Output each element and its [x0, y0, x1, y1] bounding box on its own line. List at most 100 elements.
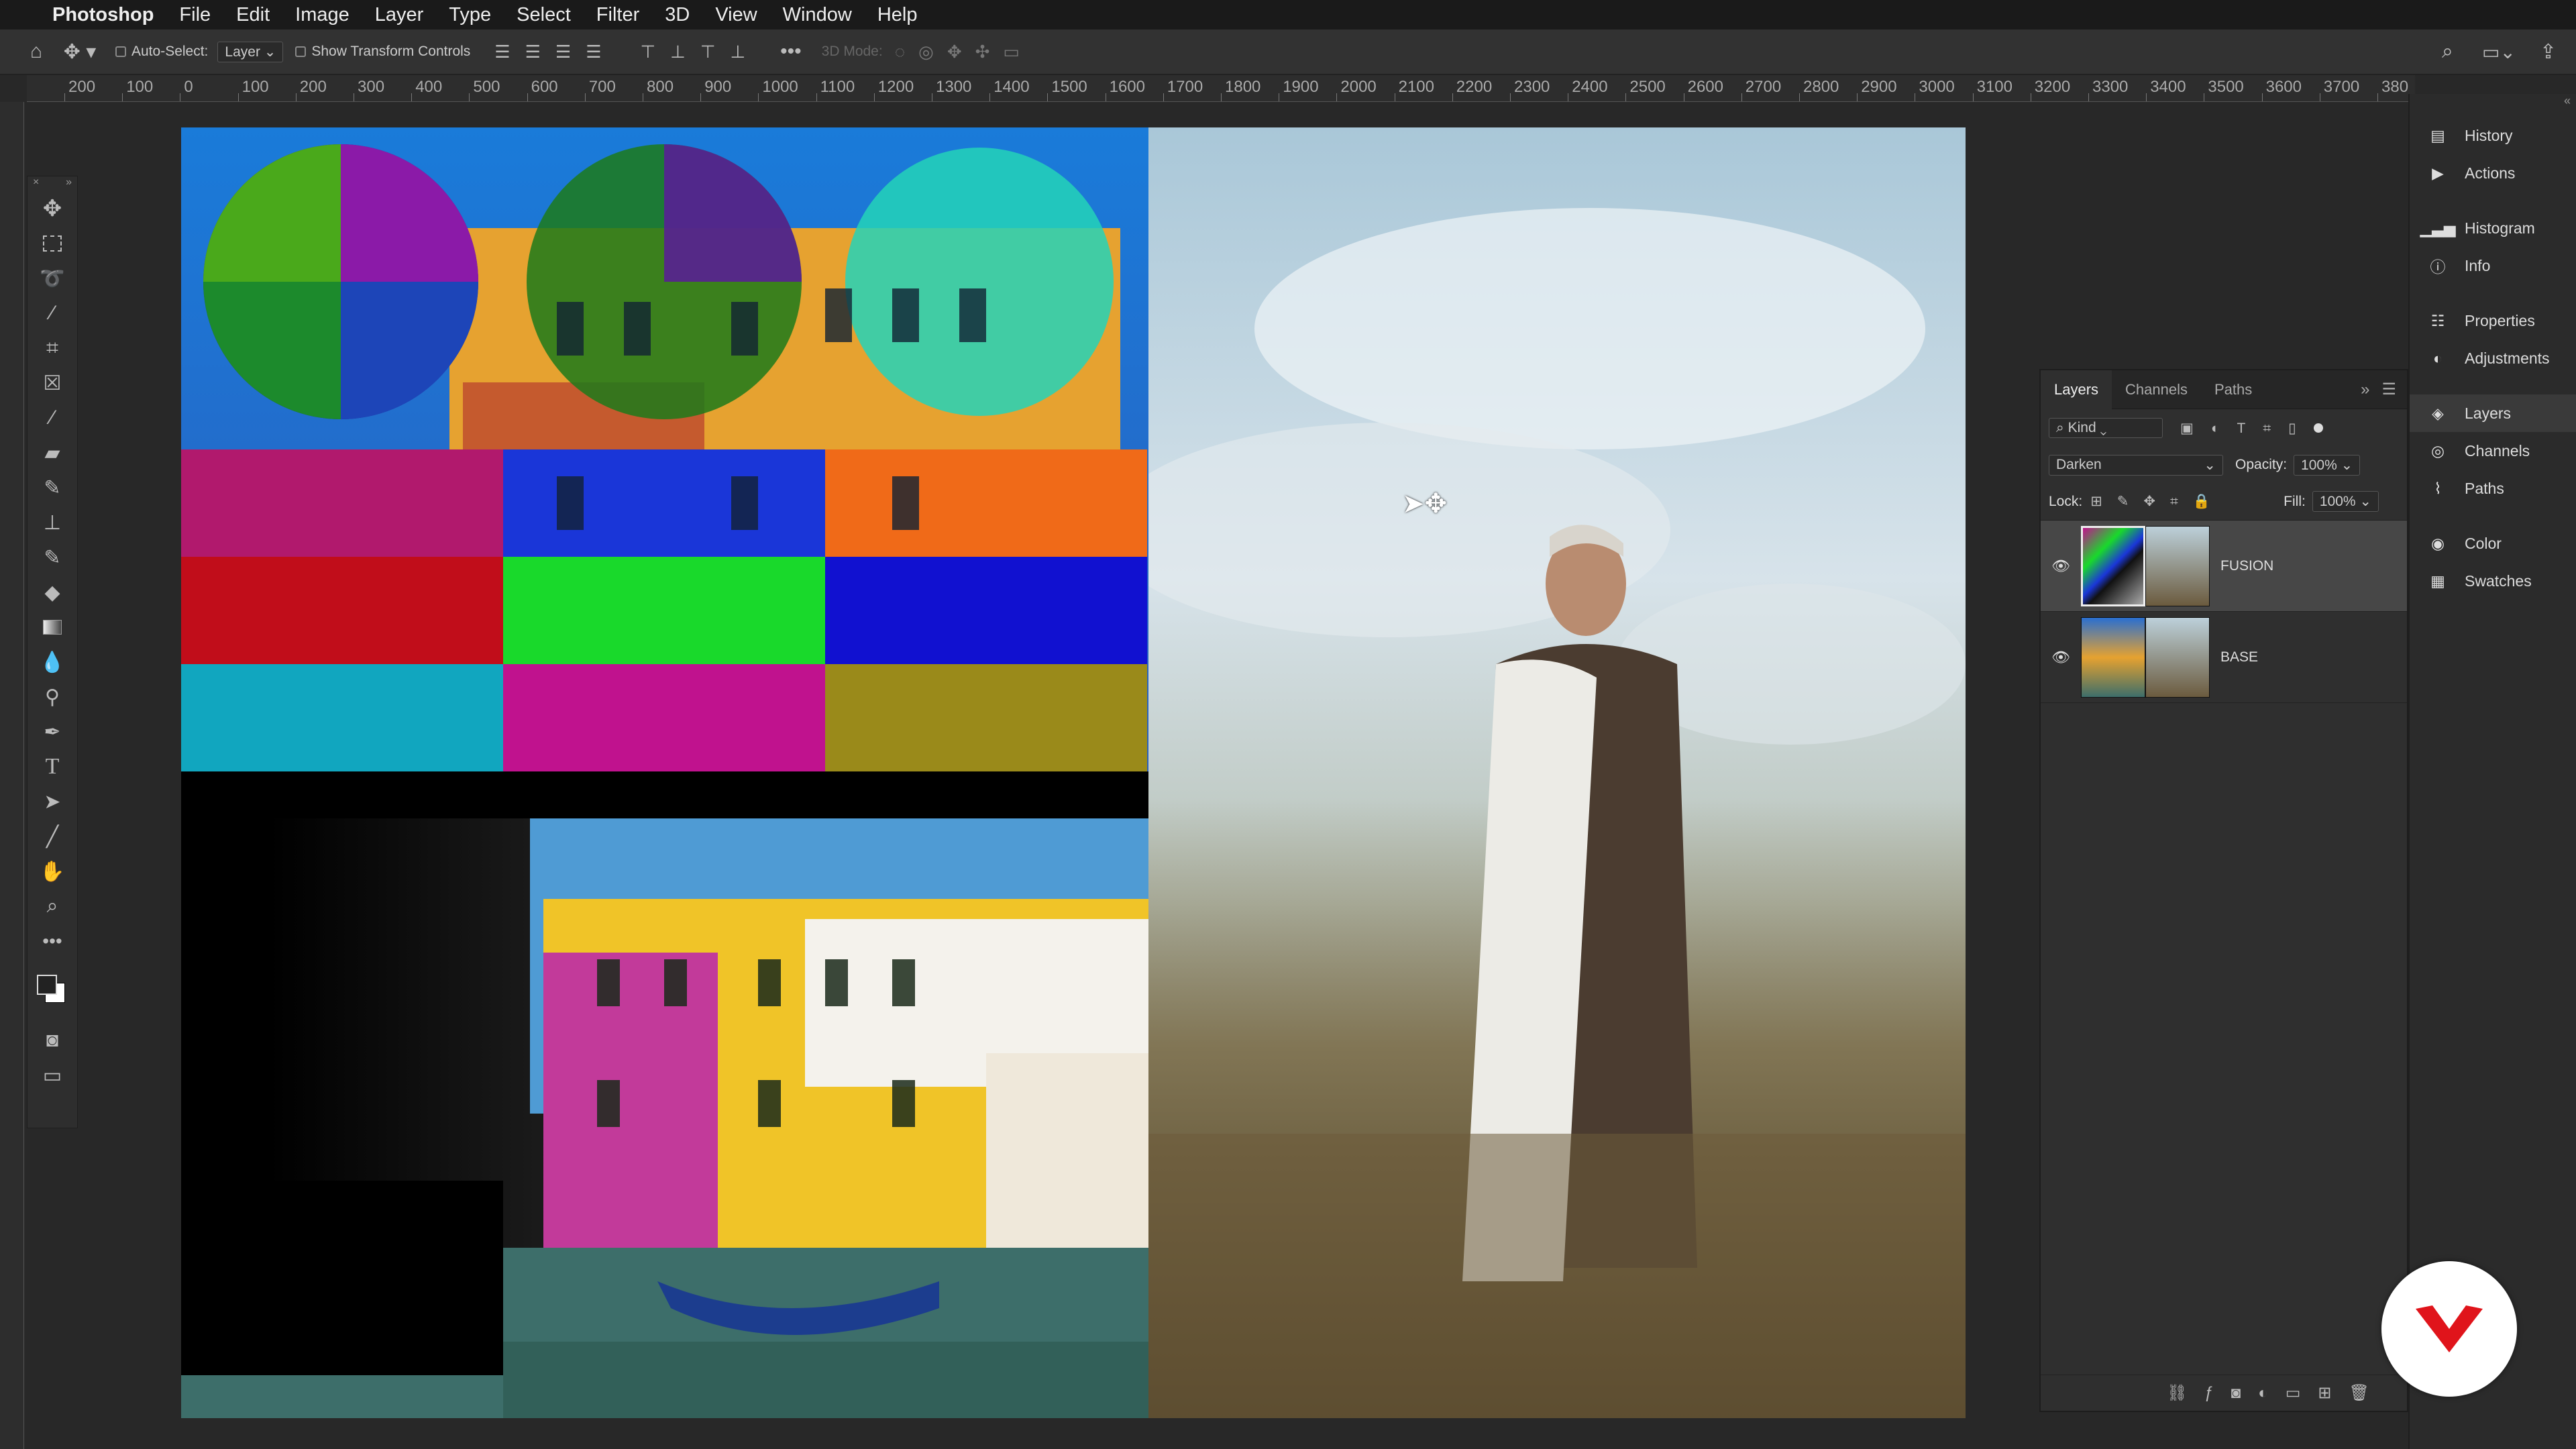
dock-item-info[interactable]: ⓘ Info [2410, 247, 2576, 284]
menu-edit[interactable]: Edit [236, 4, 270, 26]
dock-item-channels[interactable]: ◎ Channels [2410, 432, 2576, 470]
blur-tool[interactable]: 💧 [28, 645, 77, 680]
ruler-label: 2200 [1456, 78, 1493, 96]
marquee-tool[interactable] [28, 226, 77, 261]
menu-3d[interactable]: 3D [665, 4, 690, 26]
zoom-icon: ⌕ [46, 895, 58, 917]
gradient-tool[interactable] [28, 610, 77, 645]
dock-item-properties[interactable]: ☷ Properties [2410, 302, 2576, 339]
move-tool[interactable]: ✥ [28, 191, 77, 226]
path-selection-tool[interactable]: ➤ [28, 784, 77, 819]
move-icon: ✥ [42, 196, 62, 221]
visibility-eye-icon[interactable]: 👁 [2041, 649, 2081, 666]
menu-app-name[interactable]: Photoshop [52, 4, 154, 26]
auto-select-checkbox[interactable]: Auto-Select: [115, 44, 208, 60]
layer-row-base[interactable]: 👁 BASE [2041, 612, 2407, 703]
transform-controls-checkbox[interactable]: Show Transform Controls [295, 44, 470, 60]
dock-label: Adjustments [2465, 349, 2550, 367]
menu-image[interactable]: Image [295, 4, 350, 26]
frame-tool[interactable]: ☒ [28, 366, 77, 400]
checkbox-icon [115, 46, 126, 57]
dock-item-history[interactable]: ▤ History [2410, 117, 2576, 154]
blend-mode-dropdown[interactable]: Darken ⌄ [2049, 454, 2223, 476]
eyedropper-tool[interactable]: ⁄ [28, 400, 77, 435]
brand-logo [2381, 1261, 2517, 1397]
menu-view[interactable]: View [715, 4, 757, 26]
more-tools[interactable]: ••• [28, 924, 77, 959]
align-icons[interactable]: ☰☰☰☰ [494, 42, 616, 62]
dock-item-swatches[interactable]: ▦ Swatches [2410, 562, 2576, 600]
ruler-label: 3100 [1976, 78, 2012, 96]
close-icon[interactable]: × [33, 176, 39, 191]
pen-tool[interactable]: ✒ [28, 714, 77, 749]
home-icon[interactable]: ⌂ [16, 40, 56, 63]
bandage-icon: ▰ [44, 441, 60, 464]
menu-window[interactable]: Window [783, 4, 852, 26]
dodge-tool[interactable]: ⚲ [28, 680, 77, 714]
workspace-icon[interactable]: ▭⌄ [2482, 41, 2516, 63]
color-swatches[interactable] [28, 959, 77, 1023]
menu-type[interactable]: Type [449, 4, 491, 26]
fill-field[interactable]: 100% ⌄ [2312, 491, 2379, 512]
filter-kind-dropdown[interactable]: ⌕ Kind ⌄ [2049, 418, 2163, 438]
magic-wand-tool[interactable]: ⁄ [28, 296, 77, 331]
auto-select-dropdown[interactable]: Layer ⌄ [217, 41, 284, 62]
ruler-label: 1900 [1283, 78, 1319, 96]
ruler-label: 200 [299, 78, 327, 96]
menu-file[interactable]: File [179, 4, 211, 26]
history-brush-tool[interactable]: ✎ [28, 540, 77, 575]
opacity-field[interactable]: 100% ⌄ [2294, 454, 2361, 476]
dock-item-actions[interactable]: ▶ Actions [2410, 154, 2576, 192]
distribute-icons[interactable]: ⊤⊥⊤⊥ [641, 42, 761, 62]
dock-item-layers[interactable]: ◈ Layers [2410, 394, 2576, 432]
zoom-tool[interactable]: ⌕ [28, 889, 77, 924]
type-tool[interactable]: T [28, 749, 77, 784]
healing-tool[interactable]: ▰ [28, 435, 77, 470]
dock-item-histogram[interactable]: ▁▃▅ Histogram [2410, 209, 2576, 247]
screen-mode-icon: ▭ [42, 1064, 62, 1087]
document-canvas[interactable]: ➤✥ [181, 127, 1966, 1418]
lock-icons[interactable]: ⊞✎✥⌗🔒 [2090, 493, 2225, 510]
layer-row-fusion[interactable]: 👁 FUSION [2041, 521, 2407, 612]
ruler-label: 2400 [1572, 78, 1608, 96]
filter-icons[interactable]: ▣◐T⌗▯ [2180, 420, 2314, 437]
ruler-tick [2088, 93, 2089, 101]
tab-paths[interactable]: Paths [2201, 370, 2265, 409]
transform-controls-label: Show Transform Controls [311, 44, 471, 59]
expand-icon[interactable]: » [66, 176, 72, 191]
dock-item-color[interactable]: ◉ Color [2410, 525, 2576, 562]
share-icon[interactable]: ⇪ [2540, 40, 2557, 64]
layers-footer-icons[interactable]: ⛓ƒ◙◐▭⊞🗑 [2041, 1375, 2407, 1411]
menu-filter[interactable]: Filter [596, 4, 639, 26]
brush-tool[interactable]: ✎ [28, 470, 77, 505]
menu-select[interactable]: Select [517, 4, 571, 26]
ruler-label: 3700 [2323, 78, 2360, 96]
dock-collapse-icon[interactable]: « [2410, 94, 2576, 109]
quick-mask-tool[interactable]: ◙ [28, 1023, 77, 1058]
stamp-tool[interactable]: ⊥ [28, 505, 77, 540]
line-tool[interactable]: ╱ [28, 819, 77, 854]
ruler-label: 2700 [1745, 78, 1782, 96]
dock-item-adjustments[interactable]: ◐ Adjustments [2410, 339, 2576, 377]
panel-menu-icon[interactable]: ☰ [2381, 380, 2396, 399]
dock-label: Swatches [2465, 572, 2532, 590]
3d-mode-icons[interactable]: ◌◎✥✣▭ [895, 42, 1033, 62]
collapse-icon[interactable]: » [2361, 380, 2369, 399]
filter-toggle-icon[interactable] [2313, 423, 2323, 433]
foreground-color-swatch[interactable] [37, 975, 57, 995]
crop-tool[interactable]: ⌗ [28, 331, 77, 366]
visibility-eye-icon[interactable]: 👁 [2041, 557, 2081, 575]
move-tool-icon[interactable]: ✥ ▾ [56, 40, 103, 64]
screen-mode-tool[interactable]: ▭ [28, 1058, 77, 1093]
menu-help[interactable]: Help [877, 4, 918, 26]
lasso-tool[interactable]: ➰ [28, 261, 77, 296]
search-icon[interactable]: ⌕ [2442, 40, 2453, 63]
dock-item-paths[interactable]: ⌇ Paths [2410, 470, 2576, 507]
eraser-tool[interactable]: ◆ [28, 575, 77, 610]
more-options-icon[interactable]: ••• [780, 40, 802, 63]
tab-layers[interactable]: Layers [2041, 370, 2112, 409]
tab-channels[interactable]: Channels [2112, 370, 2201, 409]
hand-tool[interactable]: ✋ [28, 854, 77, 889]
checkbox-icon [295, 46, 307, 57]
menu-layer[interactable]: Layer [375, 4, 424, 26]
